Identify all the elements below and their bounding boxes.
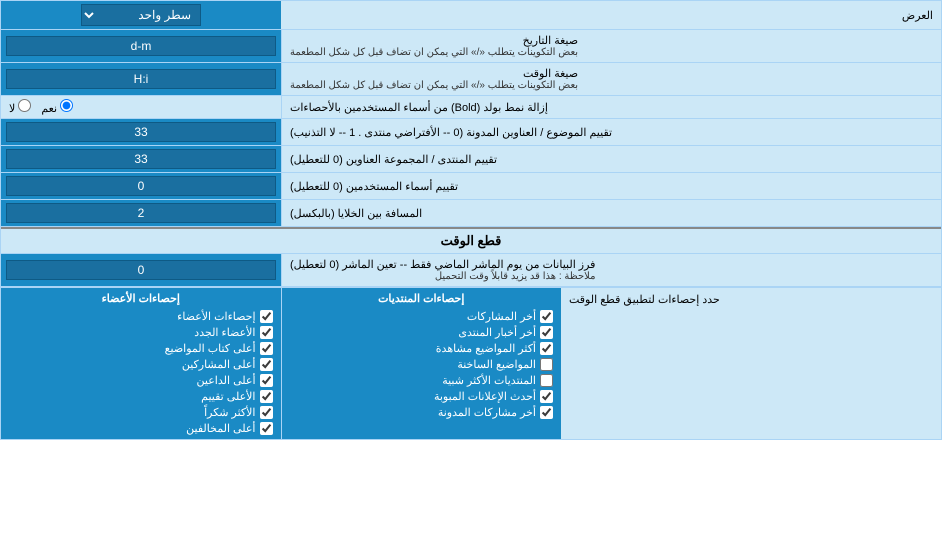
stats-col2-header: إحصاءات الأعضاء	[9, 292, 273, 305]
chk-latest-posts[interactable]	[540, 310, 553, 323]
forum-count-input[interactable]	[6, 149, 276, 169]
stats-item-top-inviters: أعلى الداعين	[9, 374, 273, 387]
topics-count-label: تقييم الموضوع / العناوين المدونة (0 -- ا…	[281, 119, 941, 145]
chk-new-members[interactable]	[260, 326, 273, 339]
stats-item-member-stats: إحصاءات الأعضاء	[9, 310, 273, 323]
chk-top-inviters[interactable]	[260, 374, 273, 387]
stats-item-hot-topics: المواضيع الساخنة	[290, 358, 554, 371]
time-section-header: قطع الوقت	[1, 227, 941, 254]
stats-item-popular-forums: المنتديات الأكثر شبية	[290, 374, 554, 387]
stats-item-latest-posts: أخر المشاركات	[290, 310, 554, 323]
gap-count-input[interactable]	[6, 203, 276, 223]
chk-popular-forums[interactable]	[540, 374, 553, 387]
stats-item-top-rated: الأعلى تقييم	[9, 390, 273, 403]
stats-item-classified-ads: أحدث الإعلانات المبوبة	[290, 390, 554, 403]
stats-item-blog-posts: أخر مشاركات المدونة	[290, 406, 554, 419]
radio-yes-label: نعم	[41, 99, 73, 115]
stats-item-top-posters: أعلى المشاركين	[9, 358, 273, 371]
time-filter-label: فرز البيانات من يوم الماشر الماضي فقط --…	[281, 254, 941, 286]
chk-most-thanked[interactable]	[260, 406, 273, 419]
display-label: العرض	[281, 6, 941, 25]
display-select[interactable]: سطر واحد سطرين ثلاثة أسطر	[81, 4, 201, 26]
chk-top-topic-writers[interactable]	[260, 342, 273, 355]
users-count-input[interactable]	[6, 176, 276, 196]
chk-blog-posts[interactable]	[540, 406, 553, 419]
chk-hot-topics[interactable]	[540, 358, 553, 371]
chk-member-stats[interactable]	[260, 310, 273, 323]
topics-count-input[interactable]	[6, 122, 276, 142]
stats-item-most-viewed: أكثر المواضيع مشاهدة	[290, 342, 554, 355]
stats-item-top-violators: أعلى المخالفين	[9, 422, 273, 435]
radio-no[interactable]	[18, 99, 31, 112]
chk-top-violators[interactable]	[260, 422, 273, 435]
time-filter-input[interactable]	[6, 260, 276, 280]
forum-count-label: تقييم المنتدى / المجموعة العناوين (0 للت…	[281, 146, 941, 172]
stats-item-most-thanked: الأكثر شكراً	[9, 406, 273, 419]
time-format-label: صيغة الوقت بعض التكوينات يتطلب «/» التي …	[281, 63, 941, 95]
chk-top-rated[interactable]	[260, 390, 273, 403]
chk-classified-ads[interactable]	[540, 390, 553, 403]
stats-item-new-members: الأعضاء الجدد	[9, 326, 273, 339]
chk-forum-news[interactable]	[540, 326, 553, 339]
chk-most-viewed[interactable]	[540, 342, 553, 355]
stats-item-top-topic-writers: أعلى كتاب المواضيع	[9, 342, 273, 355]
bold-remove-label: إزالة نمط بولد (Bold) من أسماء المستخدمي…	[281, 96, 941, 118]
stats-item-forum-news: أخر أخبار المنتدى	[290, 326, 554, 339]
date-format-label: صيغة التاريخ بعض التكوينات يتطلب «/» الت…	[281, 30, 941, 62]
date-format-input[interactable]	[6, 36, 276, 56]
stats-col1-header: إحصاءات المنتديات	[290, 292, 554, 305]
time-format-input[interactable]	[6, 69, 276, 89]
stats-label: حدد إحصاءات لتطبيق قطع الوقت	[561, 288, 941, 439]
chk-top-posters[interactable]	[260, 358, 273, 371]
stats-col-forums: إحصاءات المنتديات أخر المشاركات أخر أخبا…	[281, 288, 562, 439]
radio-no-label: لا	[9, 99, 31, 115]
stats-col-members: إحصاءات الأعضاء إحصاءات الأعضاء الأعضاء …	[1, 288, 281, 439]
users-count-label: تقييم أسماء المستخدمين (0 للتعطيل)	[281, 173, 941, 199]
radio-yes[interactable]	[60, 99, 73, 112]
gap-count-label: المسافة بين الخلايا (بالبكسل)	[281, 200, 941, 226]
